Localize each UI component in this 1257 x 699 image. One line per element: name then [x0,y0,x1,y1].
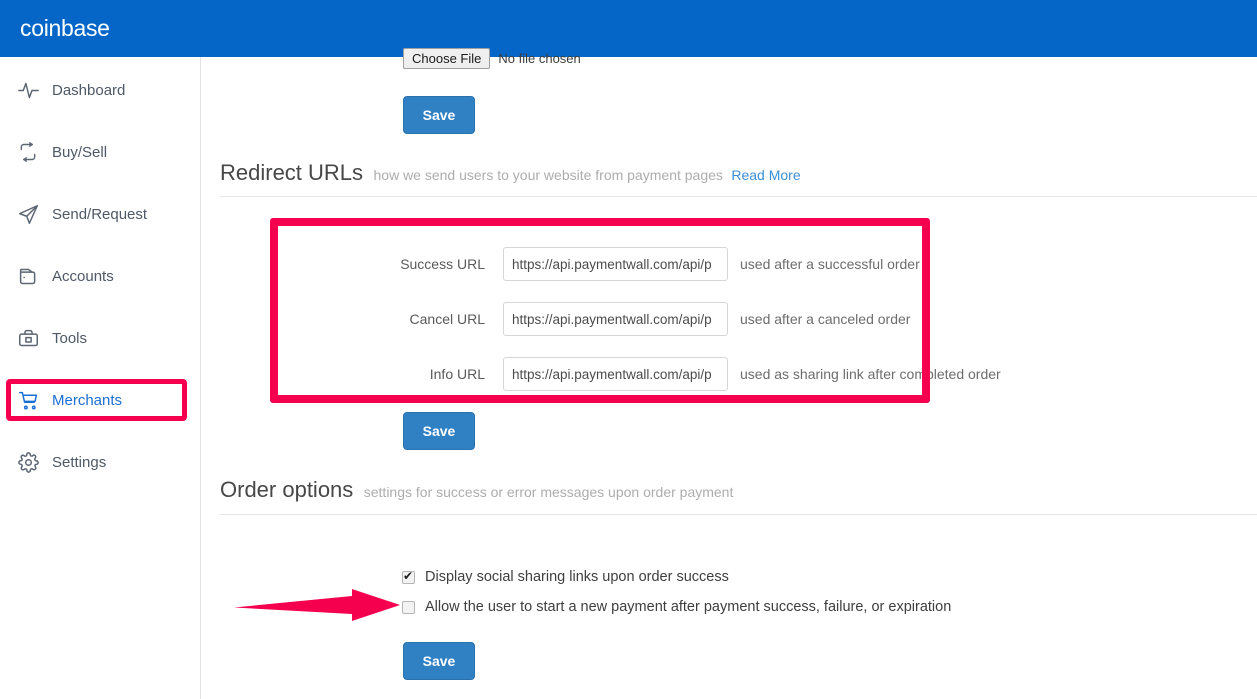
gear-icon [18,451,52,473]
no-file-chosen-label: No file chosen [498,50,581,66]
sidebar-item-label: Accounts [52,267,114,285]
sidebar-item-label: Buy/Sell [52,143,108,161]
divider-order-options [220,514,1257,515]
save-button-upload[interactable]: Save [403,96,475,134]
info-url-hint: used as sharing link after completed ord… [740,366,1001,382]
success-url-row: Success URL used after a successful orde… [368,247,920,281]
logo-upload-row: Choose File No file chosen [403,47,581,69]
allow-new-payment-label: Allow the user to start a new payment af… [425,599,952,615]
section-subtitle: how we send users to your website from p… [373,167,723,183]
paper-plane-icon [18,204,52,225]
sidebar-item-dashboard[interactable]: Dashboard [0,70,201,110]
sidebar-item-merchants[interactable]: Merchants [0,380,201,420]
checkbox-row-allow-new-payment[interactable]: Allow the user to start a new payment af… [402,599,951,615]
success-url-label: Success URL [400,256,485,272]
coinbase-logo[interactable]: coinbase [20,15,110,42]
sidebar-item-label: Merchants [52,391,123,409]
sidebar-item-label: Dashboard [52,81,126,99]
info-url-label: Info URL [429,366,485,382]
cancel-url-row: Cancel URL used after a canceled order [368,302,910,336]
sidebar-item-label: Settings [52,453,107,471]
section-title: Order options [220,477,354,502]
social-sharing-checkbox[interactable] [402,569,415,584]
choose-file-button[interactable]: Choose File [403,47,491,69]
save-button-redirect-urls[interactable]: Save [403,412,475,450]
shopping-cart-icon [18,390,52,411]
cancel-url-hint: used after a canceled order [740,311,911,327]
success-url-input[interactable] [503,247,728,281]
social-sharing-label: Display social sharing links upon order … [425,569,729,585]
top-header-bar: coinbase [0,0,1257,57]
section-subtitle: settings for success or error messages u… [363,484,734,500]
sidebar-item-tools[interactable]: Tools [0,318,201,358]
sidebar-item-label: Tools [52,329,88,347]
sidebar-item-buy-sell[interactable]: Buy/Sell [0,132,201,172]
section-title: Redirect URLs [220,160,364,185]
swap-arrows-icon [18,142,52,162]
cancel-url-input[interactable] [503,302,728,336]
briefcase-icon [18,328,52,349]
allow-new-payment-checkbox[interactable] [402,600,415,614]
order-options-heading: Order options settings for success or er… [220,477,733,503]
annotation-arrow [232,588,402,622]
info-url-input[interactable] [503,357,728,391]
page-root: coinbase Dashboard Buy/Sell Send/Request [0,0,1257,699]
cancel-url-label: Cancel URL [409,311,485,327]
checkbox-row-social-sharing[interactable]: Display social sharing links upon order … [402,569,729,585]
wallet-icon [18,266,52,287]
sidebar: Dashboard Buy/Sell Send/Request Accounts [0,57,201,699]
save-button-order-options[interactable]: Save [403,642,475,680]
info-url-row: Info URL used as sharing link after comp… [368,357,1001,391]
sidebar-item-label: Send/Request [52,205,148,223]
redirect-urls-heading: Redirect URLs how we send users to your … [220,160,801,186]
sidebar-item-send-request[interactable]: Send/Request [0,194,201,234]
success-url-hint: used after a successful order [740,256,920,272]
divider-redirect-urls [220,196,1257,197]
sidebar-item-settings[interactable]: Settings [0,442,201,482]
sidebar-item-accounts[interactable]: Accounts [0,256,201,296]
activity-pulse-icon [18,80,52,101]
read-more-link[interactable]: Read More [731,167,800,183]
